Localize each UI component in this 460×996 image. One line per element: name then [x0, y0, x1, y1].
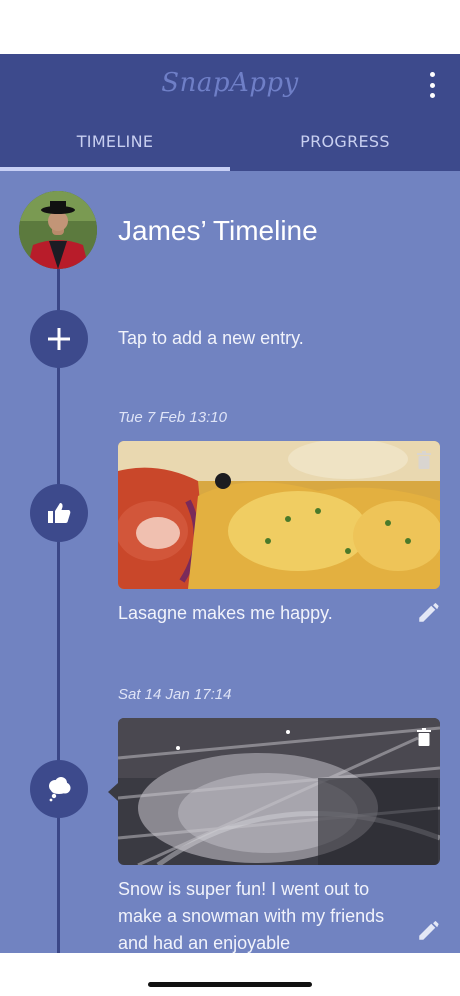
add-entry-label[interactable]: Tap to add a new entry.: [118, 328, 304, 349]
timeline-content[interactable]: James’ Timeline Tap to add a new entry. …: [0, 171, 460, 953]
mood-node: [30, 760, 88, 818]
trash-icon[interactable]: [416, 728, 432, 746]
tab-bar: TIMELINE PROGRESS: [0, 116, 460, 171]
entry-caption: Lasagne makes me happy.: [118, 603, 333, 623]
entry-photo[interactable]: [118, 441, 440, 589]
page-title: James’ Timeline: [118, 215, 318, 246]
entry-date: Tue 7 Feb 13:10: [118, 409, 227, 426]
tab-timeline[interactable]: TIMELINE: [0, 116, 230, 171]
app-title: SnapAppy: [161, 68, 299, 98]
entry-date: Sat 14 Jan 17:14: [118, 686, 232, 703]
entry-photo[interactable]: [118, 718, 440, 865]
thought-bubble-icon: [49, 777, 71, 802]
bottom-system-bar: [0, 953, 460, 996]
tab-progress[interactable]: PROGRESS: [230, 116, 460, 171]
home-indicator[interactable]: [148, 982, 312, 987]
mood-node: [30, 484, 88, 542]
app-bar: SnapAppy TIMELINE PROGRESS: [0, 54, 460, 171]
thumbs-up-icon: [48, 503, 71, 523]
more-vert-icon[interactable]: [420, 72, 444, 98]
entry-caption: Snow is super fun! I went out to make a …: [118, 879, 385, 953]
status-bar-area: [0, 0, 460, 54]
bubble-pointer: [108, 783, 118, 801]
edit-icon[interactable]: [416, 917, 442, 943]
avatar[interactable]: [19, 191, 97, 269]
plus-icon: [48, 328, 70, 350]
edit-icon[interactable]: [416, 599, 442, 625]
add-entry-button[interactable]: [30, 310, 88, 368]
trash-icon[interactable]: [416, 451, 432, 469]
